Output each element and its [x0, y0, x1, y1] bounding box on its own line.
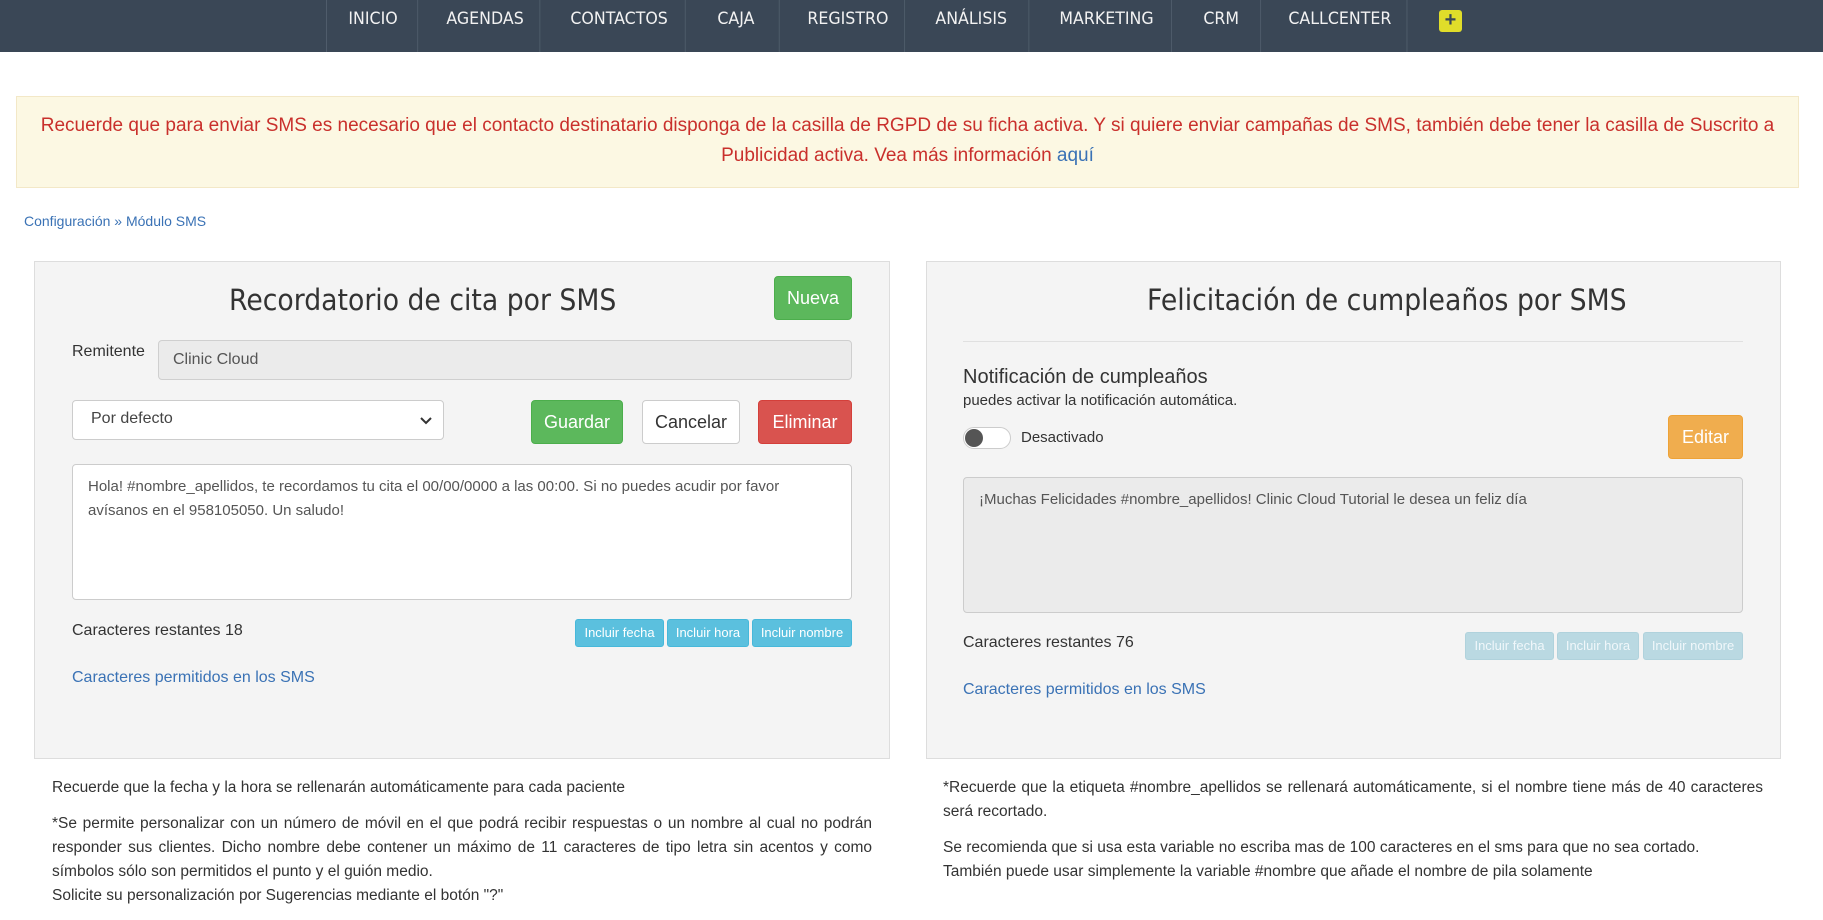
main-menu: INICIO AGENDAS CONTACTOS CAJA REGISTRO A… [326, 0, 1418, 52]
alert-text: Recuerde que para enviar SMS es necesari… [40, 115, 1775, 166]
reminder-panel: Recordatorio de cita por SMS Nueva Remit… [34, 261, 890, 759]
include-date-button[interactable]: Incluir fecha [575, 619, 664, 647]
birthday-notification-title: Notificación de cumpleaños [963, 366, 1208, 388]
note-autofill: Recuerde que la fecha y la hora se relle… [52, 779, 626, 796]
birthday-panel: Felicitación de cumpleaños por SMS Notif… [926, 261, 1781, 759]
include-name-button-disabled: Incluir nombre [1643, 632, 1743, 660]
template-select-value: Por defecto [91, 410, 173, 427]
plus-icon[interactable]: + [1439, 10, 1462, 32]
toggle-knob [965, 429, 983, 447]
include-time-button-disabled: Incluir hora [1557, 632, 1639, 660]
save-button[interactable]: Guardar [531, 400, 623, 444]
note-tag-truncation: *Recuerde que la etiqueta #nombre_apelli… [943, 779, 1763, 820]
birthday-notes: *Recuerde que la etiqueta #nombre_apelli… [943, 776, 1763, 896]
reminder-remaining-chars: Caracteres restantes 18 [72, 622, 243, 639]
reminder-title: Recordatorio de cita por SMS [229, 283, 617, 317]
breadcrumb-modulo-sms[interactable]: Módulo SMS [126, 213, 206, 229]
new-template-button[interactable]: Nueva [774, 276, 852, 320]
allowed-chars-link[interactable]: Caracteres permitidos en los SMS [72, 669, 315, 687]
birthday-notification-subtitle: puedes activar la notificación automátic… [963, 392, 1238, 409]
divider [963, 341, 1743, 342]
nav-item-agendas[interactable]: AGENDAS [425, 0, 541, 52]
note-request: Solicite su personalización por Sugerenc… [52, 887, 504, 904]
delete-button[interactable]: Eliminar [758, 400, 852, 444]
sender-label: Remitente [72, 343, 145, 360]
nav-item-marketing[interactable]: MARKETING [1038, 0, 1172, 52]
note-first-name-variable: También puede usar simplemente la variab… [943, 863, 1593, 880]
breadcrumb-configuracion[interactable]: Configuración [24, 213, 110, 229]
include-time-button[interactable]: Incluir hora [667, 619, 749, 647]
nav-item-analisis[interactable]: ANÁLISIS [914, 0, 1030, 52]
cancel-button[interactable]: Cancelar [642, 400, 740, 444]
rgpd-alert: Recuerde que para enviar SMS es necesari… [16, 96, 1799, 188]
allowed-chars-link-birthday[interactable]: Caracteres permitidos en los SMS [963, 681, 1206, 699]
birthday-message-textarea: ¡Muchas Felicidades #nombre_apellidos! C… [963, 477, 1743, 613]
breadcrumb-separator: » [114, 213, 123, 229]
reminder-notes: Recuerde que la fecha y la hora se relle… [52, 776, 872, 920]
nav-item-crm[interactable]: CRM [1182, 0, 1262, 52]
template-select[interactable]: Por defecto [72, 400, 444, 440]
nav-item-caja[interactable]: CAJA [696, 0, 780, 52]
sender-field[interactable]: Clinic Cloud [158, 340, 852, 380]
birthday-title: Felicitación de cumpleaños por SMS [1147, 283, 1627, 317]
include-name-button[interactable]: Incluir nombre [752, 619, 852, 647]
note-length-recommendation: Se recomienda que si usa esta variable n… [943, 839, 1700, 856]
alert-more-info-link[interactable]: aquí [1057, 145, 1094, 166]
nav-item-inicio[interactable]: INICIO [327, 0, 419, 52]
nav-item-callcenter[interactable]: CALLCENTER [1267, 0, 1408, 52]
top-navbar: INICIO AGENDAS CONTACTOS CAJA REGISTRO A… [0, 0, 1823, 52]
birthday-remaining-chars: Caracteres restantes 76 [963, 634, 1134, 651]
note-personalization: *Se permite personalizar con un número d… [52, 815, 872, 880]
nav-item-registro[interactable]: REGISTRO [786, 0, 906, 52]
include-date-button-disabled: Incluir fecha [1465, 632, 1554, 660]
breadcrumb: Configuración » Módulo SMS [24, 213, 206, 229]
reminder-message-textarea[interactable]: Hola! #nombre_apellidos, te recordamos t… [72, 464, 852, 600]
nav-item-contactos[interactable]: CONTACTOS [549, 0, 686, 52]
toggle-state-label: Desactivado [1021, 429, 1104, 446]
chevron-down-icon [420, 417, 432, 425]
edit-button[interactable]: Editar [1668, 415, 1743, 459]
birthday-notification-toggle[interactable] [963, 427, 1011, 449]
